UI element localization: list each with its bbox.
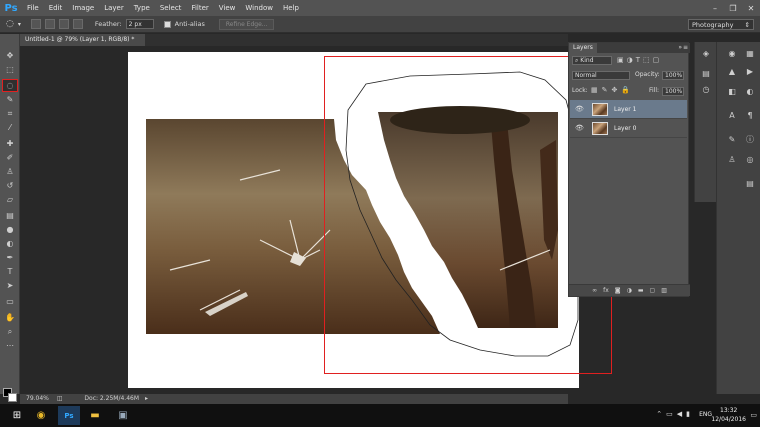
- opacity-label: Opacity:: [635, 71, 660, 78]
- foliage: [390, 106, 530, 134]
- language-indicator[interactable]: ENG: [699, 411, 712, 418]
- fill-input[interactable]: 100%: [662, 87, 684, 96]
- blend-mode-select[interactable]: Normal: [572, 71, 630, 80]
- color-panel-icon[interactable]: ◉: [725, 48, 739, 60]
- app-icon[interactable]: ▣: [112, 406, 134, 425]
- new-layer-icon[interactable]: ▢: [650, 287, 656, 294]
- shape-filter-icon[interactable]: ⬚: [643, 56, 653, 64]
- tool-presets-icon[interactable]: ✎: [725, 134, 739, 146]
- notification-icon[interactable]: ▭: [750, 411, 757, 419]
- photoshop-window: Ps File Edit Image Layer Type Select Fil…: [0, 0, 760, 427]
- layers-panel-icon[interactable]: ◈: [699, 48, 713, 60]
- layer-name: Layer 1: [614, 106, 637, 113]
- collapse-icon[interactable]: »: [678, 43, 682, 53]
- clock-time: 13:32: [720, 407, 738, 414]
- clock-date: 12/04/2016: [711, 416, 746, 423]
- fx-icon[interactable]: fx: [603, 287, 609, 294]
- filter-icons: ▣◑T⬚▢: [617, 56, 662, 64]
- zoom-level[interactable]: 79.04%: [26, 395, 49, 402]
- channels-panel-icon[interactable]: ◎: [743, 154, 757, 166]
- chrome-icon[interactable]: ◉: [30, 406, 52, 425]
- battery-icon[interactable]: ▮: [686, 410, 694, 418]
- styles-panel-icon[interactable]: ▶: [743, 66, 757, 78]
- lock-pixels-icon[interactable]: ▦: [591, 86, 602, 94]
- lock-move-icon[interactable]: ✥: [612, 86, 622, 94]
- lock-all-icon[interactable]: 🔒: [621, 86, 634, 94]
- clone-source-icon[interactable]: ♙: [725, 154, 739, 166]
- navigator-panel-icon[interactable]: ◐: [743, 86, 757, 98]
- smart-filter-icon[interactable]: ▢: [653, 56, 663, 64]
- file-explorer-icon[interactable]: ▬: [84, 406, 106, 425]
- filter-kind-select[interactable]: ⌕ Kind: [572, 56, 612, 65]
- layer-thumbnail: [592, 122, 608, 135]
- eye-icon[interactable]: 👁: [575, 124, 584, 132]
- network-icon[interactable]: ▭: [666, 410, 677, 418]
- notes-panel-icon[interactable]: ▤: [743, 178, 757, 190]
- opacity-input[interactable]: 100%: [662, 71, 684, 80]
- layers-footer: ∞ fx ◙ ◑ ▬ ▢ ▥: [569, 284, 690, 296]
- info-panel-icon[interactable]: ⓘ: [743, 134, 757, 146]
- chevron-right-icon[interactable]: ▸: [145, 395, 148, 402]
- status-bar: 79.04% ◫ Doc: 2.25M/4.46M ▸: [20, 394, 568, 404]
- windows-taskbar: ⊞ ◉ Ps ▬ ▣ ⌃▭◀▮ ENG 13:32 12/04/2016 ▭: [0, 404, 760, 427]
- volume-icon[interactable]: ◀: [677, 410, 686, 418]
- layer-thumbnail: [592, 103, 608, 116]
- photoshop-taskbar-icon[interactable]: Ps: [58, 406, 80, 425]
- status-icon[interactable]: ◫: [57, 395, 63, 402]
- lock-label: Lock:: [572, 87, 588, 94]
- search-icon: ⌕: [575, 57, 579, 64]
- taskbar-clock[interactable]: 13:32 12/04/2016: [711, 406, 746, 424]
- character-panel-icon[interactable]: A: [725, 110, 739, 122]
- folder-icon[interactable]: ▬: [638, 287, 644, 294]
- start-button-icon[interactable]: ⊞: [6, 406, 28, 425]
- lock-icons: ▦✎✥🔒: [591, 86, 634, 94]
- properties-panel-icon[interactable]: ▤: [699, 68, 713, 80]
- tray-icons: ⌃▭◀▮: [656, 410, 694, 418]
- adjustment-filter-icon[interactable]: ◑: [627, 56, 636, 64]
- layers-tab[interactable]: Layers: [569, 43, 597, 53]
- brush-panel-icon[interactable]: ◧: [725, 86, 739, 98]
- layers-tab-bar: Layers » ≡: [569, 43, 690, 53]
- chevron-up-icon[interactable]: ⌃: [656, 410, 666, 418]
- panel-dock: ◉ ▦ ▲ ▶ ◧ ◐ A ¶ ✎ ⓘ ♙ ◎ ▤: [716, 42, 760, 394]
- doc-size: Doc: 2.25M/4.46M: [84, 395, 140, 402]
- layers-panel: Layers » ≡ ⌕ Kind ▣◑T⬚▢ Normal Opacity: …: [568, 42, 690, 297]
- layer-name: Layer 0: [614, 125, 637, 132]
- lock-paint-icon[interactable]: ✎: [602, 86, 612, 94]
- link-icon[interactable]: ∞: [592, 287, 597, 294]
- panel-dock-collapsed: ◈ ▤ ◷: [694, 42, 716, 202]
- layer-row[interactable]: 👁 Layer 1: [570, 100, 687, 119]
- trash-icon[interactable]: ▥: [661, 287, 667, 294]
- panel-menu-icon[interactable]: ≡: [683, 43, 688, 53]
- swatches-panel-icon[interactable]: ▦: [743, 48, 757, 60]
- layer-row[interactable]: 👁 Layer 0: [570, 119, 687, 138]
- history-panel-icon[interactable]: ◷: [699, 84, 713, 96]
- type-filter-icon[interactable]: T: [636, 56, 643, 64]
- filter-kind-label: Kind: [580, 57, 594, 64]
- eye-icon[interactable]: 👁: [575, 105, 584, 113]
- mask-icon[interactable]: ◙: [615, 287, 621, 294]
- adjustment-icon[interactable]: ◑: [627, 287, 632, 294]
- pixel-filter-icon[interactable]: ▣: [617, 56, 627, 64]
- adjustments-panel-icon[interactable]: ▲: [725, 66, 739, 78]
- paragraph-panel-icon[interactable]: ¶: [743, 110, 757, 122]
- fill-label: Fill:: [649, 87, 660, 94]
- blend-mode-label: Normal: [575, 72, 597, 79]
